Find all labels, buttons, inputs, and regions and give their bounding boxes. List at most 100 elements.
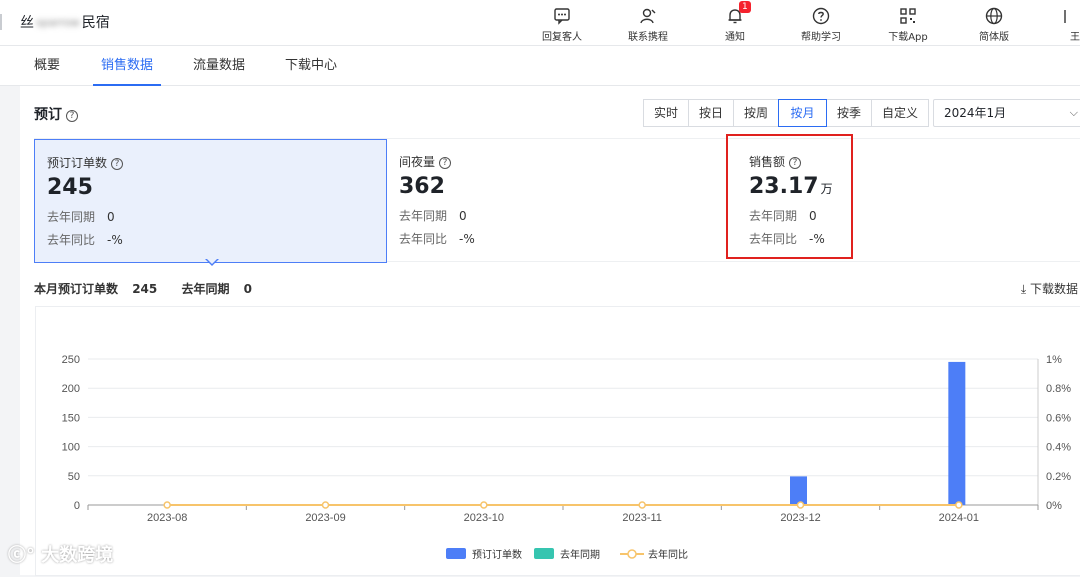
nav-label: 下载App bbox=[888, 32, 928, 43]
nav-download-app[interactable]: 下载App bbox=[873, 4, 943, 43]
watermark-text: 大数跨境 bbox=[41, 545, 114, 566]
metric-label: 间夜量 bbox=[399, 155, 436, 169]
summary-month-label: 本月预订订单数 bbox=[34, 282, 119, 296]
summary-last-year-value: 0 bbox=[243, 282, 253, 296]
point-yoy bbox=[955, 501, 963, 509]
selected-card-pointer-fill bbox=[206, 258, 218, 264]
question-icon[interactable]: ? bbox=[439, 157, 452, 169]
tab-sales-data[interactable]: 销售数据 bbox=[92, 46, 162, 86]
y-tick-label: 100 bbox=[62, 442, 80, 454]
x-tick-label: 2023-10 bbox=[464, 512, 504, 524]
y-tick-label: 200 bbox=[62, 383, 80, 395]
y2-tick-label: 0.4% bbox=[1046, 442, 1071, 454]
x-tick-label: 2023-11 bbox=[622, 512, 662, 524]
point-yoy bbox=[638, 501, 646, 509]
x-tick-label: 2024-01 bbox=[939, 512, 979, 524]
section-title-text: 预订 bbox=[34, 107, 62, 123]
nav-notifications[interactable]: 1 通知 bbox=[700, 1, 770, 43]
top-bar: 丝 sparrow 民宿 回复客人 联系携程 1 通知 帮助学习 下载App 简… bbox=[0, 0, 1080, 46]
legend-label: 预订订单数 bbox=[472, 548, 522, 561]
main-tabs: 概要 销售数据 流量数据 下载中心 bbox=[0, 46, 1080, 86]
x-tick-label: 2023-09 bbox=[305, 512, 345, 524]
sales-highlight-box bbox=[726, 134, 853, 259]
y-tick-label: 50 bbox=[68, 471, 80, 483]
nav-label: 回复客人 bbox=[542, 32, 582, 43]
x-tick-label: 2023-12 bbox=[780, 512, 820, 524]
segment-daily[interactable]: 按日 bbox=[688, 99, 734, 127]
legend-swatch-point bbox=[627, 549, 637, 559]
left-gutter bbox=[0, 86, 20, 575]
yoy-label: 去年同期 bbox=[47, 210, 96, 224]
point-yoy bbox=[321, 501, 330, 509]
nav-help[interactable]: 帮助学习 bbox=[786, 4, 856, 43]
question-icon[interactable]: ? bbox=[66, 110, 78, 122]
y-tick-label: 0 bbox=[74, 500, 80, 512]
point-yoy bbox=[163, 501, 171, 509]
ratio-value: -% bbox=[459, 232, 475, 246]
legend-swatch bbox=[446, 548, 466, 559]
nav-label: 王 bbox=[1070, 32, 1080, 43]
point-yoy bbox=[480, 501, 488, 509]
month-select[interactable]: 2024年1月 ⌵ bbox=[933, 99, 1080, 127]
metric-card-room-nights[interactable]: 间夜量? 362 去年同期 0 去年同比 -% bbox=[387, 139, 725, 263]
bookings-panel: 预订? 实时 按日 按周 按月 按季 自定义 2024年1月 ⌵ 预订订单数? … bbox=[20, 86, 1080, 576]
section-title: 预订? bbox=[34, 104, 78, 124]
ratio-value: -% bbox=[107, 233, 123, 247]
watermark: ⓒ° 大数跨境 bbox=[8, 541, 113, 567]
metric-value: 245 bbox=[47, 175, 93, 200]
yoy-label: 去年同期 bbox=[399, 209, 448, 223]
y2-tick-label: 0% bbox=[1046, 500, 1062, 512]
notification-badge: 1 bbox=[739, 1, 751, 13]
summary-month-value: 245 bbox=[132, 282, 158, 296]
metric-cards: 预订订单数? 245 去年同期 0 去年同比 -% 间夜量? 362 去年同期 0 去… bbox=[34, 138, 1080, 263]
download-data-button[interactable]: ⤓ 下载数据 bbox=[1021, 280, 1078, 297]
question-icon[interactable]: ? bbox=[111, 158, 124, 170]
tab-download-center[interactable]: 下载中心 bbox=[285, 46, 337, 86]
qr-icon bbox=[898, 6, 918, 26]
segment-custom[interactable]: 自定义 bbox=[871, 99, 929, 127]
yoy-value: 0 bbox=[107, 210, 115, 224]
metric-value: 362 bbox=[399, 174, 445, 199]
bar-orders bbox=[948, 361, 966, 505]
help-icon bbox=[811, 6, 831, 26]
nav-label: 联系携程 bbox=[628, 32, 668, 43]
segment-weekly[interactable]: 按周 bbox=[733, 99, 779, 127]
segment-quarterly[interactable]: 按季 bbox=[826, 99, 872, 127]
tab-overview[interactable]: 概要 bbox=[34, 46, 60, 86]
legend-label: 去年同期 bbox=[560, 548, 600, 561]
bar-orders bbox=[790, 476, 807, 505]
y2-tick-label: 0.2% bbox=[1046, 471, 1071, 483]
nav-label: 通知 bbox=[725, 32, 745, 43]
bookings-chart: 0 50 100 150 200 250 0% 0.2% 0.4% 0.6% 0.8% 1% 2023-… bbox=[62, 354, 1072, 561]
y-tick-label: 250 bbox=[62, 354, 80, 366]
point-yoy bbox=[796, 501, 805, 509]
download-icon: ⤓ bbox=[1020, 282, 1027, 296]
y2-tick-label: 1% bbox=[1046, 354, 1062, 366]
metric-label: 预订订单数 bbox=[47, 156, 108, 170]
chart-container: 0 50 100 150 200 250 0% 0.2% 0.4% 0.6% 0.8% 1% 2023-… bbox=[35, 306, 1080, 576]
nav-user[interactable]: 王 bbox=[1040, 4, 1080, 43]
nav-label: 简体版 bbox=[979, 32, 1009, 43]
tab-traffic-data[interactable]: 流量数据 bbox=[193, 46, 245, 86]
nav-reply-guests[interactable]: 回复客人 bbox=[527, 4, 597, 43]
chevron-down-icon: ⌵ bbox=[1069, 106, 1078, 119]
chat-icon bbox=[552, 6, 572, 26]
watermark-logo-icon: ⓒ° bbox=[8, 545, 35, 566]
segment-monthly[interactable]: 按月 bbox=[778, 99, 827, 127]
contact-icon bbox=[638, 6, 658, 26]
top-nav: 回复客人 联系携程 1 通知 帮助学习 下载App 简体版 王 bbox=[0, 1, 1080, 44]
segment-realtime[interactable]: 实时 bbox=[643, 99, 689, 127]
y-tick-label: 150 bbox=[62, 412, 80, 424]
nav-label: 帮助学习 bbox=[801, 32, 841, 43]
yoy-value: 0 bbox=[459, 209, 467, 223]
month-summary: 本月预订订单数 245 去年同期 0 bbox=[34, 280, 262, 297]
month-select-value: 2024年1月 bbox=[944, 106, 1007, 120]
user-icon bbox=[1062, 6, 1080, 26]
nav-language[interactable]: 简体版 bbox=[959, 4, 1029, 43]
globe-icon bbox=[984, 6, 1004, 26]
y2-tick-label: 0.6% bbox=[1046, 412, 1071, 424]
metric-card-orders[interactable]: 预订订单数? 245 去年同期 0 去年同比 -% bbox=[34, 139, 387, 263]
nav-contact-ctrip[interactable]: 联系携程 bbox=[613, 4, 683, 43]
download-label: 下载数据 bbox=[1029, 282, 1078, 296]
summary-last-year-label: 去年同期 bbox=[181, 282, 230, 296]
